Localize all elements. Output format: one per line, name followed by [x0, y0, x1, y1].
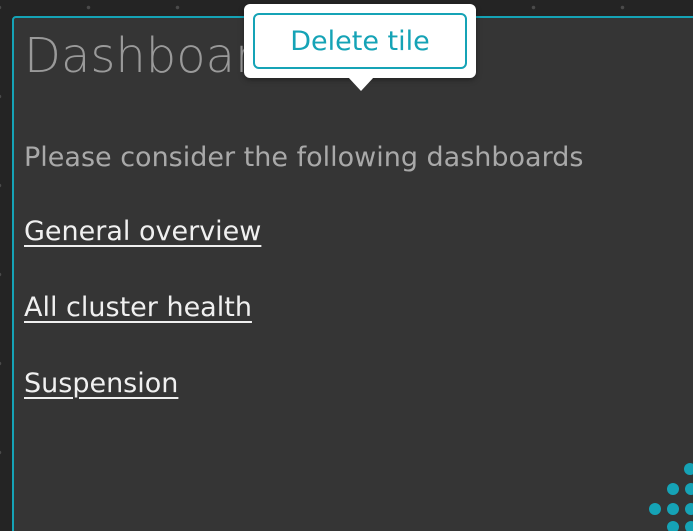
tooltip-arrow: [348, 77, 374, 91]
dashboard-link-list: General overview All cluster health Susp…: [24, 214, 261, 442]
dots-logo-icon: [649, 463, 693, 531]
list-item: General overview: [24, 214, 261, 290]
list-item: Suspension: [24, 366, 261, 442]
dashboard-canvas: Dashboards Please consider the following…: [0, 0, 693, 531]
link-suspension[interactable]: Suspension: [24, 368, 178, 399]
tile-intro-text: Please consider the following dashboards: [24, 142, 584, 173]
markdown-tile[interactable]: Dashboards Please consider the following…: [12, 16, 693, 531]
tile-action-tooltip: Delete tile: [244, 4, 476, 91]
link-all-cluster-health[interactable]: All cluster health: [24, 292, 252, 323]
delete-tile-button[interactable]: Delete tile: [253, 13, 467, 69]
list-item: All cluster health: [24, 290, 261, 366]
link-general-overview[interactable]: General overview: [24, 216, 261, 247]
